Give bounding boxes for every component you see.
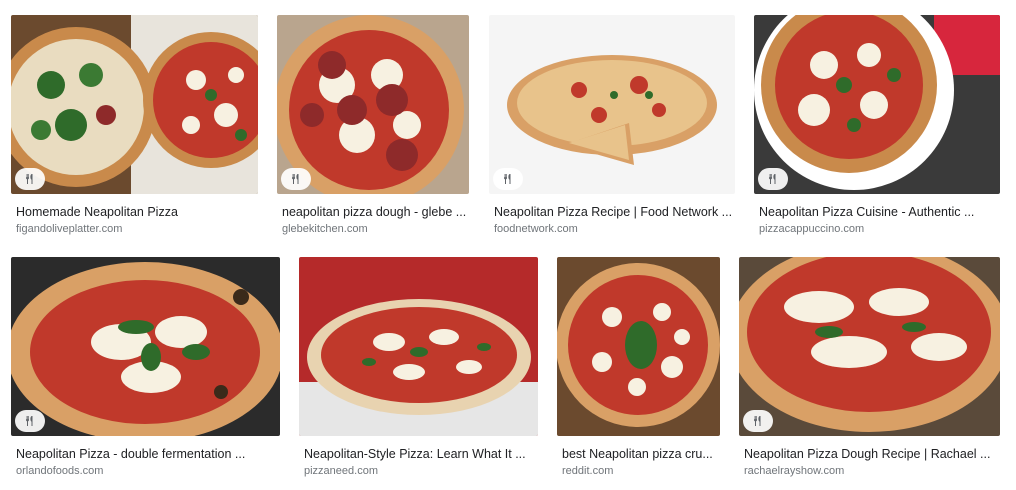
result-image-3[interactable] <box>489 15 735 194</box>
result-card-3[interactable]: Neapolitan Pizza Recipe | Food Network .… <box>489 15 735 240</box>
recipe-icon <box>754 416 761 426</box>
result-card-6[interactable]: Neapolitan-Style Pizza: Learn What It ..… <box>299 257 538 482</box>
result-title-1[interactable]: Homemade Neapolitan Pizza <box>16 204 256 220</box>
result-title-3[interactable]: Neapolitan Pizza Recipe | Food Network .… <box>494 204 734 220</box>
result-source-3: foodnetwork.com <box>494 223 578 235</box>
result-title-7[interactable]: best Neapolitan pizza cru... <box>562 446 720 462</box>
badge-1 <box>15 168 45 190</box>
result-image-1[interactable] <box>11 15 258 194</box>
result-card-7[interactable]: best Neapolitan pizza cru... reddit.com <box>557 257 720 482</box>
recipe-icon <box>769 174 776 184</box>
result-image-4[interactable] <box>754 15 1000 194</box>
result-title-5[interactable]: Neapolitan Pizza - double fermentation .… <box>16 446 278 462</box>
result-image-2[interactable] <box>277 15 469 194</box>
result-title-8[interactable]: Neapolitan Pizza Dough Recipe | Rachael … <box>744 446 999 462</box>
result-image-5[interactable] <box>11 257 280 436</box>
result-source-6: pizzaneed.com <box>304 465 378 477</box>
recipe-icon <box>26 174 33 184</box>
result-card-4[interactable]: Neapolitan Pizza Cuisine - Authentic ...… <box>754 15 1000 240</box>
badge-4 <box>758 168 788 190</box>
badge-3 <box>493 168 523 190</box>
result-card-2[interactable]: neapolitan pizza dough - glebe ... glebe… <box>277 15 469 240</box>
result-source-2: glebekitchen.com <box>282 223 368 235</box>
result-card-8[interactable]: Neapolitan Pizza Dough Recipe | Rachael … <box>739 257 1000 482</box>
result-card-1[interactable]: Homemade Neapolitan Pizza figandolivepla… <box>11 15 258 240</box>
result-source-8: rachaelrayshow.com <box>744 465 845 477</box>
result-card-5[interactable]: Neapolitan Pizza - double fermentation .… <box>11 257 280 482</box>
recipe-icon <box>26 416 33 426</box>
badge-2 <box>281 168 311 190</box>
badge-5 <box>15 410 45 432</box>
result-source-1: figandoliveplatter.com <box>16 223 123 235</box>
result-source-5: orlandofoods.com <box>16 465 104 477</box>
result-title-2[interactable]: neapolitan pizza dough - glebe ... <box>282 204 467 220</box>
recipe-icon <box>292 174 299 184</box>
badge-8 <box>743 410 773 432</box>
result-image-6[interactable] <box>299 257 538 436</box>
result-title-4[interactable]: Neapolitan Pizza Cuisine - Authentic ... <box>759 204 999 220</box>
result-title-6[interactable]: Neapolitan-Style Pizza: Learn What It ..… <box>304 446 536 462</box>
recipe-icon <box>504 174 511 184</box>
result-source-7: reddit.com <box>562 465 614 477</box>
result-image-7[interactable] <box>557 257 720 436</box>
result-source-4: pizzacappuccino.com <box>759 223 865 235</box>
result-image-8[interactable] <box>739 257 1000 436</box>
